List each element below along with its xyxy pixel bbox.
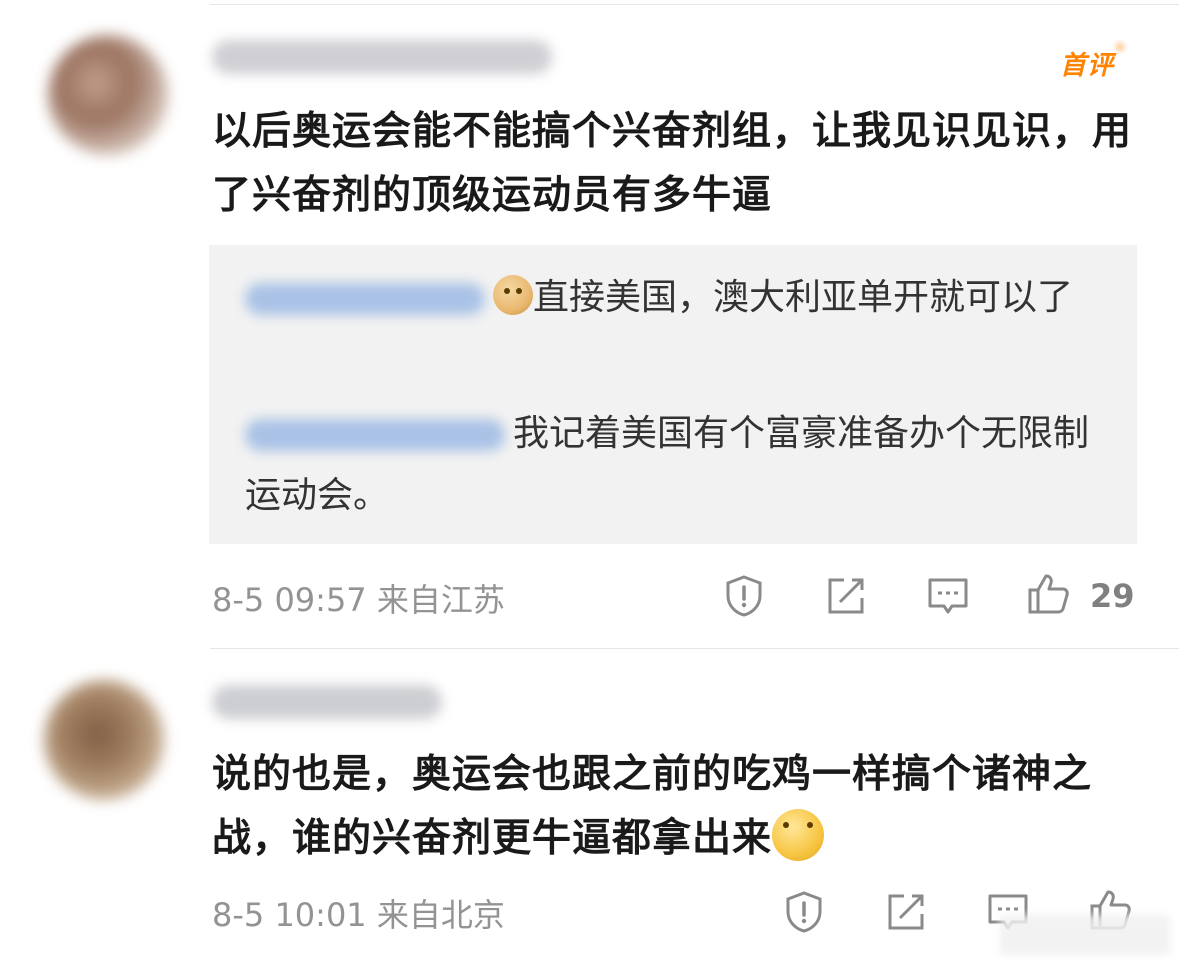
watermark-overlay bbox=[1000, 915, 1170, 955]
report-icon[interactable] bbox=[782, 890, 826, 934]
reply-username-blurred[interactable] bbox=[245, 419, 505, 451]
top-divider bbox=[210, 4, 1179, 5]
reply-item[interactable]: 直接美国，澳大利亚单开就可以了 bbox=[245, 267, 1095, 329]
report-icon[interactable] bbox=[722, 574, 766, 618]
thinking-face-icon bbox=[772, 809, 825, 861]
username-blurred[interactable] bbox=[212, 685, 442, 719]
comment-text: 说的也是，奥运会也跟之前的吃鸡一样搞个诸神之战，谁的兴奋剂更牛逼都拿出来 bbox=[212, 752, 1093, 861]
comment-icon[interactable] bbox=[926, 574, 970, 618]
comment-time: 8-5 09:57 bbox=[212, 581, 367, 619]
like-icon[interactable] bbox=[1026, 572, 1070, 616]
reply-username-blurred[interactable] bbox=[245, 283, 485, 315]
first-comment-badge: 首评 bbox=[1060, 39, 1129, 82]
reply-box[interactable]: 直接美国，澳大利亚单开就可以了 我记着美国有个富豪准备办个无限制运动会。 bbox=[209, 245, 1137, 544]
comment-location: 来自北京 bbox=[376, 896, 505, 934]
avatar[interactable] bbox=[48, 35, 168, 155]
share-icon[interactable] bbox=[824, 574, 868, 618]
comment-location: 来自江苏 bbox=[376, 581, 505, 619]
share-icon[interactable] bbox=[884, 890, 928, 934]
comment-meta: 8-5 09:57 来自江苏 bbox=[212, 575, 505, 621]
comment-text: 以后奥运会能不能搞个兴奋剂组，让我见识见识，用了兴奋剂的顶级运动员有多牛逼 bbox=[212, 109, 1133, 218]
reply-item[interactable]: 我记着美国有个富豪准备办个无限制运动会。 bbox=[245, 403, 1095, 527]
avatar[interactable] bbox=[44, 680, 164, 800]
sparkle-icon bbox=[1112, 39, 1129, 55]
comment-meta: 8-5 10:01 来自北京 bbox=[212, 890, 505, 936]
reply-text: 直接美国，澳大利亚单开就可以了 bbox=[533, 277, 1074, 318]
comment-time: 8-5 10:01 bbox=[212, 896, 367, 934]
like-count: 29 bbox=[1090, 577, 1135, 615]
comment-divider bbox=[210, 648, 1179, 649]
doge-icon bbox=[493, 275, 533, 315]
username-blurred[interactable] bbox=[212, 40, 552, 74]
